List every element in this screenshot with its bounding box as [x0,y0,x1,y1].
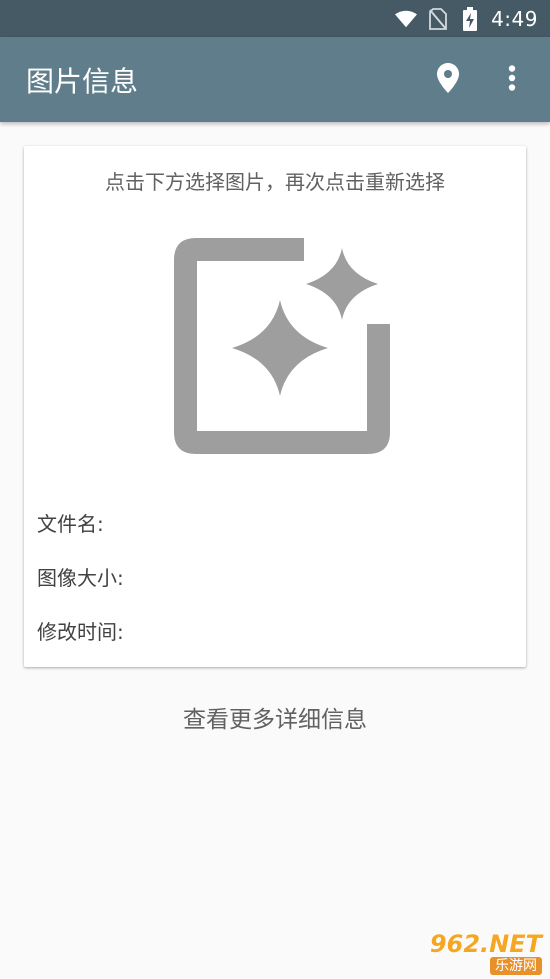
battery-charging-icon [459,6,481,31]
image-picker-button[interactable] [170,234,392,458]
site-watermark: 962.NET 乐游网 [410,931,542,975]
status-bar: 4:49 [0,0,550,37]
watermark-site-name: 乐游网 [490,957,542,975]
location-pin-icon [437,62,459,97]
modified-time-label: 修改时间: [37,620,124,644]
image-size-label: 图像大小: [37,566,124,590]
more-options-button[interactable] [486,54,538,106]
page-title: 图片信息 [26,64,139,98]
wifi-icon [395,8,418,30]
more-vert-icon [508,64,516,95]
no-sim-icon [427,7,449,30]
app-bar: 图片信息 [0,37,550,122]
add-photo-sparkle-icon [170,238,392,462]
more-details-button[interactable]: 查看更多详细信息 [0,700,550,734]
status-time: 4:49 [491,6,538,31]
file-name-label: 文件名: [37,512,104,536]
watermark-logo-text: 962.NET [429,930,542,958]
location-button[interactable] [422,54,474,106]
image-info-card: 点击下方选择图片，再次点击重新选择 文件名: 图像大小: 修改时间: [24,146,526,667]
select-image-hint: 点击下方选择图片，再次点击重新选择 [105,170,445,194]
